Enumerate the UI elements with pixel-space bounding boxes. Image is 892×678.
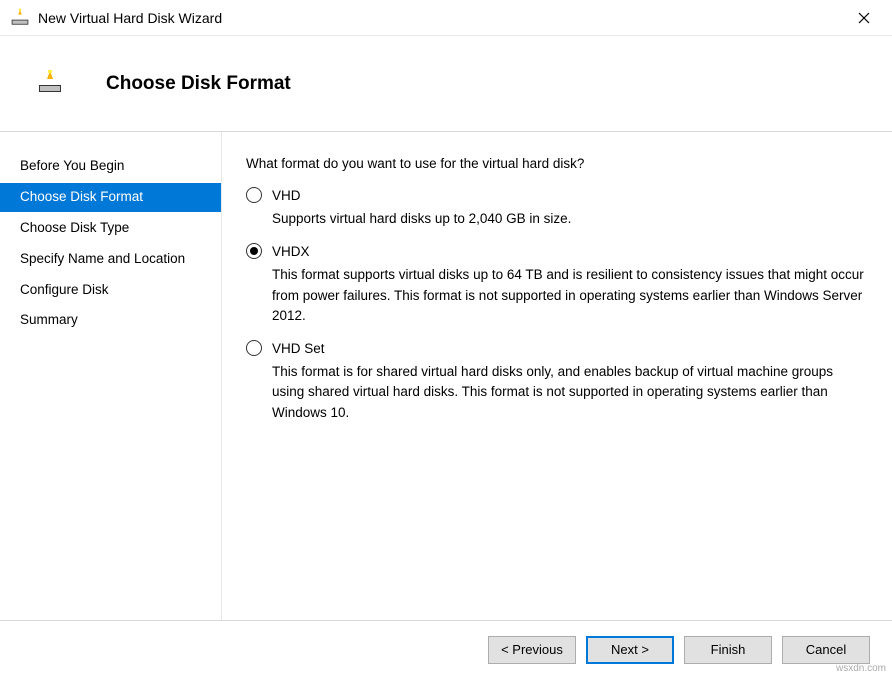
option-vhdx-description: This format supports virtual disks up to… — [272, 265, 864, 326]
wizard-sidebar: Before You Begin Choose Disk Format Choo… — [0, 132, 222, 620]
radio-vhd[interactable] — [246, 187, 262, 203]
radio-vhdx[interactable] — [246, 243, 262, 259]
titlebar: New Virtual Hard Disk Wizard — [0, 0, 892, 36]
wizard-icon — [10, 8, 30, 28]
previous-button[interactable]: < Previous — [488, 636, 576, 664]
option-vhd-description: Supports virtual hard disks up to 2,040 … — [272, 209, 864, 229]
option-vhdset-label: VHD Set — [272, 341, 325, 356]
close-button[interactable] — [844, 3, 884, 33]
sidebar-item-configure-disk[interactable]: Configure Disk — [0, 276, 221, 305]
wizard-header: Choose Disk Format — [0, 36, 892, 132]
wizard-body: Before You Begin Choose Disk Format Choo… — [0, 132, 892, 620]
option-vhdx-row[interactable]: VHDX — [246, 243, 864, 259]
wizard-footer: < Previous Next > Finish Cancel — [0, 620, 892, 678]
option-vhdset-row[interactable]: VHD Set — [246, 340, 864, 356]
option-vhdset-description: This format is for shared virtual hard d… — [272, 362, 864, 423]
wizard-main: What format do you want to use for the v… — [222, 132, 892, 620]
wizard-header-icon — [38, 70, 62, 94]
sidebar-item-before-you-begin[interactable]: Before You Begin — [0, 152, 221, 181]
radio-vhdset[interactable] — [246, 340, 262, 356]
finish-button[interactable]: Finish — [684, 636, 772, 664]
option-vhdset: VHD Set This format is for shared virtua… — [246, 340, 864, 423]
window-title: New Virtual Hard Disk Wizard — [38, 10, 844, 26]
close-icon — [858, 12, 870, 24]
sidebar-item-specify-name-location[interactable]: Specify Name and Location — [0, 245, 221, 274]
format-prompt: What format do you want to use for the v… — [246, 156, 864, 171]
option-vhd: VHD Supports virtual hard disks up to 2,… — [246, 187, 864, 229]
option-vhdx-label: VHDX — [272, 244, 310, 259]
watermark: wsxdn.com — [836, 663, 886, 674]
sidebar-item-summary[interactable]: Summary — [0, 306, 221, 335]
option-vhd-row[interactable]: VHD — [246, 187, 864, 203]
next-button[interactable]: Next > — [586, 636, 674, 664]
cancel-button[interactable]: Cancel — [782, 636, 870, 664]
sidebar-item-choose-disk-format[interactable]: Choose Disk Format — [0, 183, 221, 212]
option-vhd-label: VHD — [272, 188, 301, 203]
page-title: Choose Disk Format — [106, 73, 291, 95]
option-vhdx: VHDX This format supports virtual disks … — [246, 243, 864, 326]
sidebar-item-choose-disk-type[interactable]: Choose Disk Type — [0, 214, 221, 243]
